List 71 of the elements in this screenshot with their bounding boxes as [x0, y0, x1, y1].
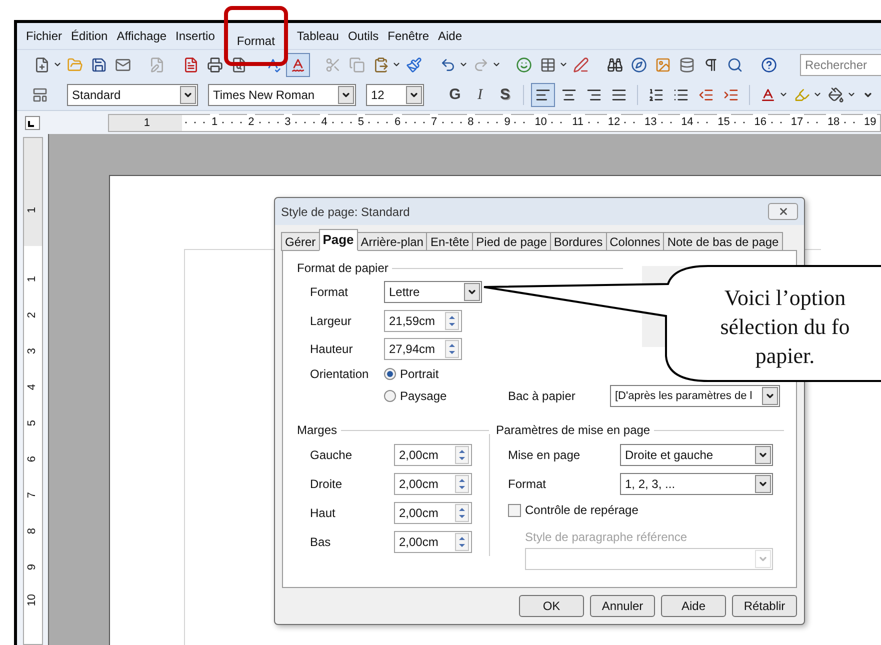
radio-label: Paysage	[400, 388, 447, 405]
section-heading: Marges	[297, 422, 338, 439]
style-dropdown[interactable]: Standard	[67, 84, 198, 106]
field-label: Haut	[310, 504, 336, 522]
field-label: Largeur	[310, 312, 352, 330]
dialog-button[interactable]: Annuler	[590, 595, 655, 617]
dialog-tab[interactable]: Bordures	[550, 232, 607, 251]
field-label: Droite	[310, 476, 344, 492]
field-label: Mise en page	[508, 446, 582, 464]
ruler-number: 3	[25, 348, 40, 354]
ruler-number: 9	[25, 564, 40, 570]
dialog-tab[interactable]: En-tête	[426, 232, 474, 251]
dialog-title: Style de page: Standard	[281, 204, 411, 220]
ruler-number: 4	[25, 384, 40, 390]
menu-item[interactable]: Insertio	[176, 27, 215, 45]
ruler-number: 6	[25, 456, 40, 462]
format-toggle-button[interactable]: I	[469, 84, 491, 106]
search-field[interactable]: Rechercher	[800, 54, 881, 76]
menu-item[interactable]: Fenêtre	[388, 27, 430, 45]
ruler-number: 1	[25, 276, 40, 282]
dialog-tab[interactable]: Note de bas de page	[663, 232, 783, 251]
layout-dropdown[interactable]: Droite et gauche	[620, 444, 773, 466]
callout-text: sélection du fo	[720, 313, 850, 341]
ruler-number: 1	[25, 206, 40, 213]
section-heading: Paramètres de mise en page	[496, 422, 650, 439]
width-field[interactable]: 21,59cm	[384, 310, 462, 332]
section-heading: Format de papier	[297, 260, 388, 277]
size-dropdown[interactable]: 12	[366, 84, 424, 106]
margin-field[interactable]: 2,00cm	[394, 502, 472, 524]
dialog-tab[interactable]: Colonnes	[606, 232, 664, 251]
checkbox-label: Contrôle de repérage	[525, 502, 638, 519]
ruler-number: 5	[25, 420, 40, 426]
callout-text: papier.	[755, 342, 815, 370]
margin-field[interactable]: 2,00cm	[394, 472, 472, 494]
dialog-tab[interactable]: Pied de page	[472, 232, 551, 251]
format-toggle-button[interactable]: S	[494, 84, 516, 106]
field-label: Gauche	[310, 446, 354, 464]
ruler-number: 2	[25, 312, 40, 318]
callout-text: Voici l’option	[724, 284, 846, 312]
menu-item[interactable]: Aide	[438, 27, 462, 45]
field-label: Orientation	[310, 366, 370, 383]
ruler-number: 8	[25, 528, 40, 534]
paper-tray-dropdown[interactable]: [D'après les paramètres de l	[610, 385, 780, 407]
field-label: Hauteur	[310, 341, 354, 358]
margin-field[interactable]: 2,00cm	[394, 444, 472, 466]
field-label: Format	[310, 284, 350, 301]
radio-label: Portrait	[400, 366, 439, 383]
layout-dropdown[interactable]: 1, 2, 3, ...	[620, 472, 773, 494]
dialog-button[interactable]: OK	[519, 595, 584, 617]
field-label: Format	[508, 476, 548, 492]
dialog-button[interactable]: Aide	[661, 595, 726, 617]
menu-item[interactable]: Outils	[348, 27, 379, 45]
height-field[interactable]: 27,94cm	[384, 338, 462, 360]
menu-item[interactable]: Fichier	[26, 27, 62, 45]
field-label: Style de paragraphe référence	[525, 529, 688, 546]
paper-format-dropdown[interactable]: Lettre	[384, 281, 482, 303]
ruler-number: 7	[25, 492, 40, 498]
menu-item[interactable]: Affichage	[116, 27, 167, 45]
dialog-tab[interactable]: Arrière-plan	[356, 232, 428, 251]
margin-field[interactable]: 2,00cm	[394, 530, 472, 552]
field-label: Bas	[310, 534, 332, 550]
font-dropdown[interactable]: Times New Roman	[208, 84, 356, 106]
ruler-number: 10	[25, 594, 40, 606]
format-toggle-button[interactable]: G	[444, 84, 466, 106]
menu-item[interactable]: Tableau	[296, 27, 339, 45]
dialog-button[interactable]: Rétablir	[732, 595, 797, 617]
menu-item[interactable]: Format	[224, 6, 288, 66]
menu-item[interactable]: Édition	[71, 27, 108, 45]
field-label: Bac à papier	[508, 388, 576, 405]
dialog-tab[interactable]: Gérer	[281, 232, 320, 251]
dialog-tab[interactable]: Page	[318, 229, 358, 251]
